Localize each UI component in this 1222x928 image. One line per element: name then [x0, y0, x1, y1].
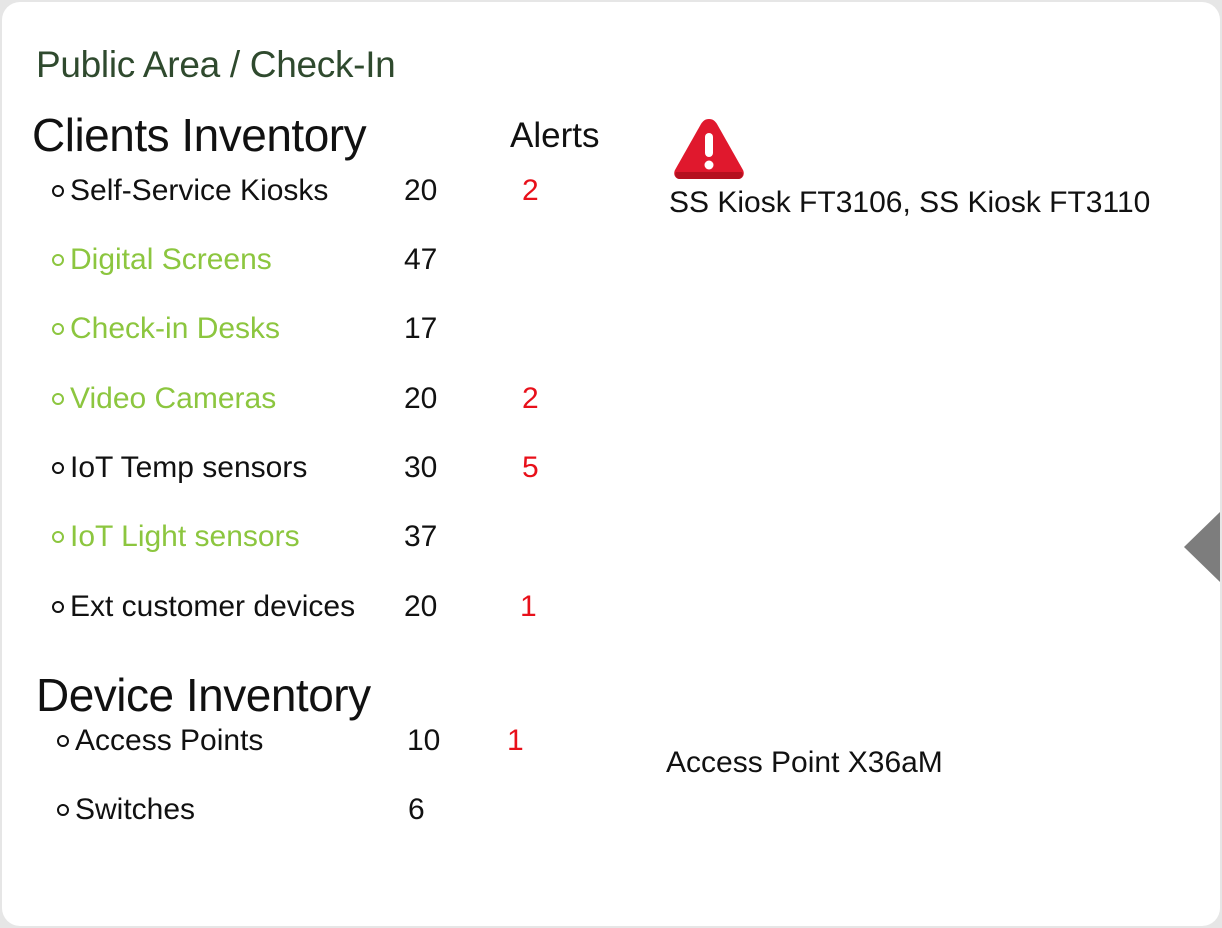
bullet-icon — [52, 393, 64, 405]
device-row-label: Access Points — [75, 724, 264, 757]
client-row-label: Self-Service Kiosks — [70, 174, 329, 207]
alerts-column-header: Alerts — [510, 116, 600, 155]
client-row-ext-customer-devices[interactable]: Ext customer devices — [52, 590, 355, 624]
client-row-label: Ext customer devices — [70, 590, 356, 623]
devices-alert-detail[interactable]: Access Point X36aM — [666, 746, 943, 780]
collapse-panel-arrow-icon[interactable] — [1184, 512, 1220, 582]
device-row-label: Switches — [75, 793, 196, 826]
client-row-iot-temp-sensors[interactable]: IoT Temp sensors — [52, 451, 307, 485]
bullet-icon — [52, 531, 64, 543]
warning-triangle-icon — [674, 119, 744, 179]
bullet-icon — [52, 185, 64, 197]
client-row-alert-count[interactable]: 2 — [522, 174, 539, 208]
client-row-label: Check-in Desks — [70, 312, 281, 345]
bullet-icon — [52, 254, 64, 266]
client-row-alert-count[interactable]: 5 — [522, 451, 539, 485]
client-row-video-cameras[interactable]: Video Cameras — [52, 382, 276, 416]
client-row-count: 17 — [404, 312, 438, 345]
clients-alert-detail[interactable]: SS Kiosk FT3106, SS Kiosk FT3110 — [669, 186, 1150, 220]
device-row-switches[interactable]: Switches — [57, 793, 195, 827]
bullet-icon — [52, 462, 64, 474]
breadcrumb: Public Area / Check-In — [36, 44, 396, 85]
device-row-count: 6 — [408, 793, 425, 826]
bullet-icon — [52, 323, 64, 335]
client-row-label: Video Cameras — [70, 382, 277, 415]
device-row-count: 10 — [407, 724, 441, 757]
client-row-alert-count[interactable]: 1 — [520, 590, 537, 624]
client-row-count: 20 — [404, 174, 438, 207]
bullet-icon — [57, 804, 69, 816]
client-row-self-service-kiosks[interactable]: Self-Service Kiosks — [52, 174, 328, 208]
client-row-count: 37 — [404, 520, 438, 553]
client-row-count: 30 — [404, 451, 438, 484]
client-row-label: IoT Light sensors — [70, 520, 300, 553]
clients-inventory-title: Clients Inventory — [32, 109, 367, 161]
inventory-card: Public Area / Check-In Clients Inventory… — [2, 2, 1220, 926]
bullet-icon — [57, 735, 69, 747]
client-row-check-in-desks[interactable]: Check-in Desks — [52, 312, 280, 346]
client-row-iot-light-sensors[interactable]: IoT Light sensors — [52, 520, 300, 554]
client-row-count: 20 — [404, 590, 438, 623]
client-row-label: IoT Temp sensors — [70, 451, 308, 484]
device-row-alert-count[interactable]: 1 — [507, 724, 524, 758]
device-row-access-points[interactable]: Access Points — [57, 724, 263, 758]
client-row-label: Digital Screens — [70, 243, 272, 276]
bullet-icon — [52, 601, 64, 613]
client-row-count: 47 — [404, 243, 438, 276]
client-row-alert-count[interactable]: 2 — [522, 382, 539, 416]
device-inventory-title: Device Inventory — [36, 669, 371, 721]
client-row-count: 20 — [404, 382, 438, 415]
client-row-digital-screens[interactable]: Digital Screens — [52, 243, 272, 277]
